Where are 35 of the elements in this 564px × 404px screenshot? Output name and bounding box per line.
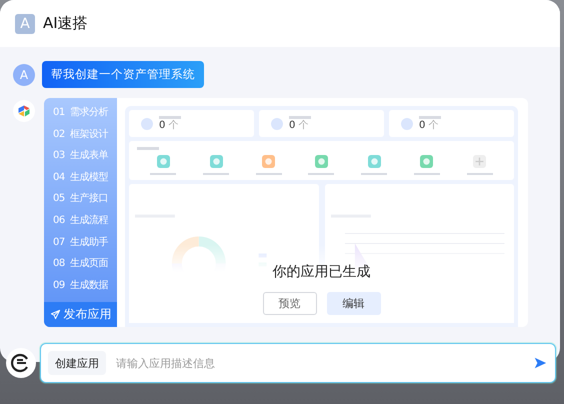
step-item: 02 框架设计 — [52, 128, 108, 142]
bot-logo-icon — [13, 100, 35, 122]
window-title: AI速搭 — [43, 14, 88, 33]
stat-label-blur — [419, 116, 441, 119]
stat-value: 0 个 — [419, 120, 440, 131]
send-icon[interactable] — [533, 356, 547, 370]
preview-button[interactable]: 预览 — [262, 292, 316, 315]
step-item: 04 生成模型 — [52, 170, 108, 185]
stat-icon — [141, 118, 153, 130]
step-item: 09 生成数据 — [52, 278, 108, 293]
donut-slice — [198, 236, 226, 264]
stat-value: 0 个 — [289, 120, 310, 131]
stat-icon — [271, 118, 283, 130]
app-logo: A — [15, 14, 35, 34]
stat-label-blur — [159, 116, 181, 119]
step-item: 05 生产接口 — [52, 192, 108, 206]
create-app-button[interactable]: 创建应用 — [48, 351, 106, 375]
prompt-input[interactable]: 创建应用 请输入应用描述信息 — [40, 343, 556, 383]
panel-title-blur — [137, 147, 159, 150]
stat-value: 0 个 — [159, 120, 180, 131]
new-chat-icon[interactable] — [6, 348, 36, 378]
step-item: 07 生成助手 — [52, 236, 108, 250]
step-item: 01 需求分析 — [52, 106, 108, 120]
step-item: 08 生成页面 — [52, 256, 108, 272]
step-item: 06 生成流程 — [52, 214, 108, 228]
message-bubble: 帮我创建一个资产管理系统 — [42, 61, 204, 88]
stat-label-blur — [289, 116, 311, 119]
user-avatar: A — [13, 64, 35, 86]
step-item: 03 生成表单 — [52, 148, 108, 164]
publish-button[interactable]: 发布应用 — [44, 302, 117, 327]
paper-plane-icon — [50, 309, 60, 320]
edit-button[interactable]: 编辑 — [326, 292, 380, 315]
stat-icon — [401, 118, 413, 130]
result-title: 你的应用已生成 — [272, 263, 370, 281]
donut-slice — [172, 236, 200, 264]
